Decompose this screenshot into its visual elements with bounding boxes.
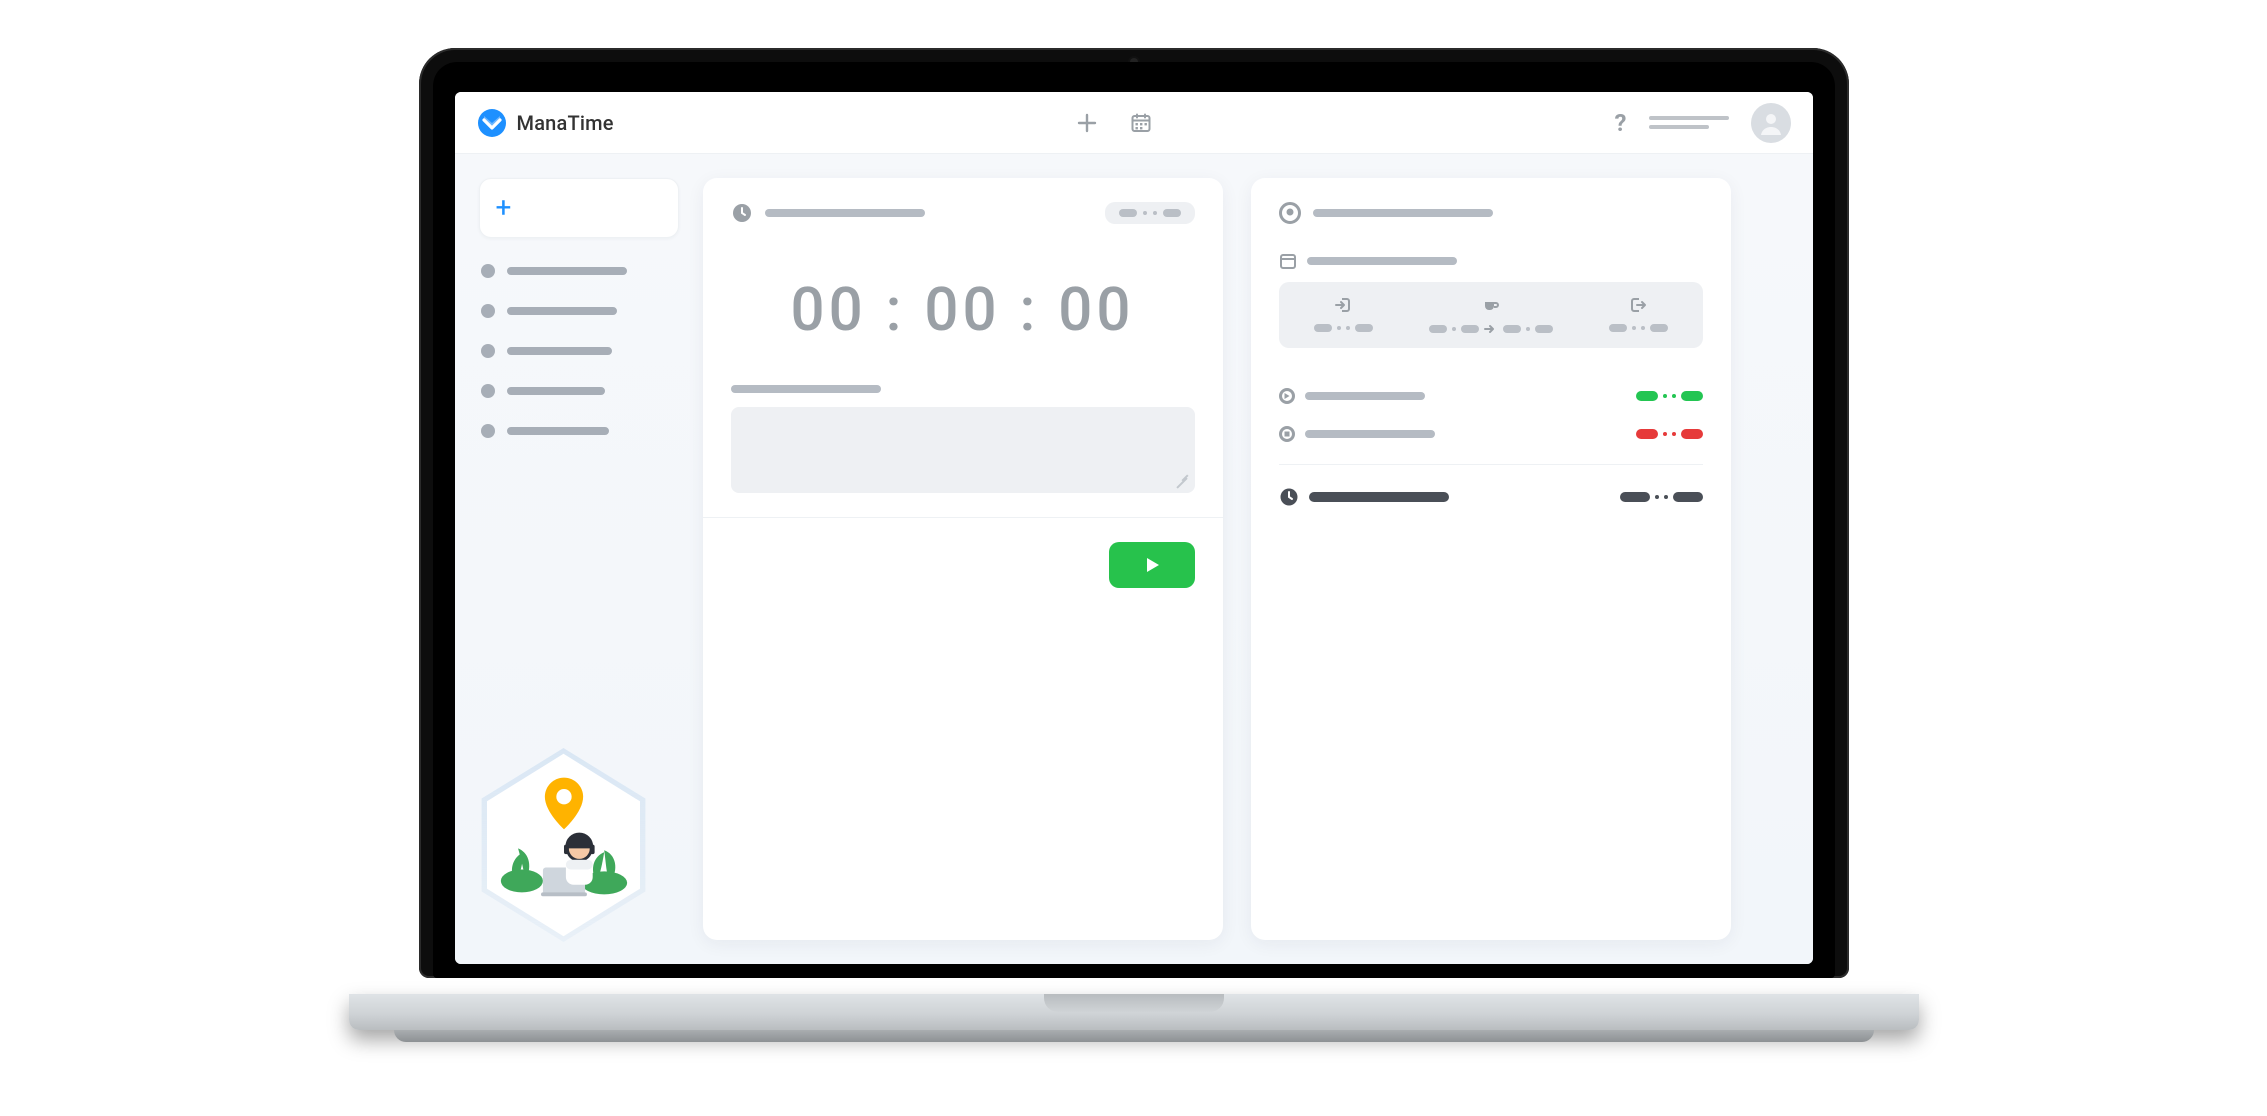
total-label — [1309, 492, 1449, 502]
sidebar-item-label — [507, 347, 612, 355]
sidebar-item-label — [507, 427, 609, 435]
clock-icon — [731, 202, 753, 224]
timer-badge[interactable] — [1105, 202, 1195, 224]
add-icon[interactable] — [1073, 109, 1101, 137]
sidebar-item-1[interactable] — [481, 264, 677, 278]
app-window: ManaTime — [455, 92, 1813, 964]
worked-label — [1305, 392, 1425, 400]
schedule-checkout-value — [1609, 324, 1668, 332]
brand-logo-icon — [477, 108, 507, 138]
sidebar-item-5[interactable] — [481, 424, 677, 438]
clock-dark-icon — [1279, 487, 1299, 507]
summary-user-heading — [1313, 209, 1493, 217]
brand-name: ManaTime — [517, 111, 614, 135]
support-illustration-icon — [497, 768, 631, 912]
coffee-icon — [1482, 296, 1500, 314]
timer-heading — [765, 209, 925, 217]
topbar: ManaTime — [455, 92, 1813, 154]
sidebar-item-3[interactable] — [481, 344, 677, 358]
schedule-heading-row — [1279, 252, 1703, 270]
stop-ring-icon — [1279, 426, 1295, 442]
total-value — [1620, 492, 1703, 502]
schedule-checkin — [1314, 296, 1373, 334]
sidebar-item-label — [507, 387, 605, 395]
worked-row — [1279, 388, 1703, 404]
note-label — [731, 385, 881, 393]
schedule-break — [1429, 296, 1553, 334]
divider — [703, 517, 1223, 518]
paused-value — [1636, 429, 1703, 439]
calendar-icon[interactable] — [1127, 109, 1155, 137]
laptop-bezel: ManaTime — [433, 62, 1835, 978]
sidebar-item-label — [507, 307, 617, 315]
schedule-checkin-value — [1314, 324, 1373, 332]
logout-icon — [1629, 296, 1647, 314]
laptop-lid: ManaTime — [419, 48, 1849, 978]
schedule-box — [1279, 282, 1703, 348]
sidebar-item-4[interactable] — [481, 384, 677, 398]
play-icon — [1142, 555, 1162, 575]
note-textarea[interactable] — [731, 407, 1195, 493]
laptop-mockup: ManaTime — [344, 48, 1924, 1068]
divider — [1279, 464, 1703, 465]
help-icon[interactable]: ? — [1615, 109, 1627, 137]
sidebar-item-2[interactable] — [481, 304, 677, 318]
laptop-base — [344, 994, 1924, 1068]
summary-card — [1251, 178, 1731, 940]
total-row — [1279, 487, 1703, 507]
bullet-icon — [481, 344, 495, 358]
topbar-center — [628, 109, 1601, 137]
avatar-icon[interactable] — [1751, 103, 1791, 143]
sidebar-item-label — [507, 267, 627, 275]
main-area: 00 : 00 : 00 — [703, 178, 1789, 940]
sidebar-illustration — [479, 750, 649, 940]
schedule-checkout — [1609, 296, 1668, 334]
paused-label — [1305, 430, 1435, 438]
worked-value — [1636, 391, 1703, 401]
timer-display: 00 : 00 : 00 — [731, 274, 1195, 345]
plus-icon: + — [496, 194, 512, 222]
start-timer-button[interactable] — [1109, 542, 1195, 588]
summary-card-header — [1279, 202, 1703, 224]
bullet-icon — [481, 384, 495, 398]
bullet-icon — [481, 264, 495, 278]
schedule-break-value — [1429, 324, 1553, 334]
app-body: + — [455, 154, 1813, 964]
bullet-icon — [481, 304, 495, 318]
topbar-right: ? — [1615, 103, 1791, 143]
login-icon — [1334, 296, 1352, 314]
resize-grip-icon[interactable] — [1175, 473, 1189, 487]
brand[interactable]: ManaTime — [477, 108, 614, 138]
sidebar-list — [479, 264, 679, 438]
user-name-placeholder — [1649, 116, 1729, 129]
paused-row — [1279, 426, 1703, 442]
sidebar: + — [479, 178, 679, 940]
timer-card-header — [731, 202, 1195, 224]
schedule-heading — [1307, 257, 1457, 265]
calendar-small-icon — [1279, 252, 1297, 270]
play-ring-icon — [1279, 388, 1295, 404]
timer-card: 00 : 00 : 00 — [703, 178, 1223, 940]
user-icon — [1279, 202, 1301, 224]
sidebar-add-button[interactable]: + — [479, 178, 679, 238]
bullet-icon — [481, 424, 495, 438]
